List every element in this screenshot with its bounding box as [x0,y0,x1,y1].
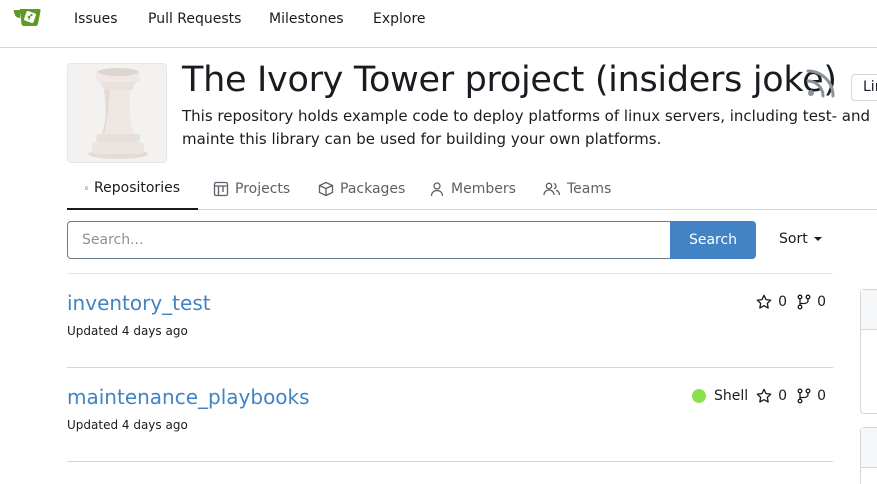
sort-dropdown[interactable]: Sort [779,231,822,247]
fork-icon [797,294,811,310]
star-icon [756,294,772,309]
nav-milestones[interactable]: Milestones [269,11,344,27]
repo-name-link[interactable]: inventory_test [67,291,211,315]
tab-projects[interactable]: Projects [213,168,290,209]
org-title: The Ivory Tower project (insiders joke) [182,60,837,100]
repo-name-link[interactable]: maintenance_playbooks [67,385,310,409]
language-label: Shell [714,388,749,404]
tab-packages-label: Packages [340,180,406,197]
repo-meta: 0 0 [746,294,826,310]
people-icon [543,182,561,195]
repo-updated-time: Updated 4 days ago [67,418,188,432]
tab-repositories-label: Repositories [94,180,180,196]
search-button[interactable]: Search [670,221,756,259]
language-button[interactable]: Lin [851,74,877,101]
rss-icon[interactable] [805,67,837,99]
repo-updated-time: Updated 4 days ago [67,324,188,338]
tab-teams[interactable]: Teams [543,168,611,209]
repo-meta: Shell 0 0 [682,388,826,404]
fork-count: 0 [817,294,826,310]
repo-icon [85,186,88,190]
side-panel-box [860,289,877,414]
repo-search-input[interactable] [67,221,671,259]
rook-chess-piece-avatar [68,64,166,162]
package-icon [318,181,334,196]
repo-stars[interactable]: 0 [756,388,787,404]
tab-repositories[interactable]: Repositories [67,168,198,210]
fork-icon [797,388,811,404]
org-avatar [67,63,167,163]
nav-explore[interactable]: Explore [373,11,426,27]
gitea-logo-icon[interactable] [12,5,44,33]
repo-stars[interactable]: 0 [756,294,787,310]
tab-members[interactable]: Members [429,168,516,209]
repo-list-item: maintenance_playbooks Updated 4 days ago… [67,368,833,462]
star-count: 0 [778,294,788,310]
caret-down-icon [813,237,822,241]
side-panel-header [861,428,877,468]
sort-label: Sort [779,231,808,247]
nav-pull-requests[interactable]: Pull Requests [148,11,241,27]
repo-forks[interactable]: 0 [797,294,826,310]
tab-members-label: Members [451,180,516,197]
repo-language: Shell [692,388,748,404]
star-count: 0 [778,388,788,404]
tab-projects-label: Projects [235,180,291,197]
side-panel-header [861,290,877,330]
org-description: This repository holds example code to de… [182,107,871,148]
fork-count: 0 [817,388,826,404]
project-icon [213,181,229,196]
language-color-dot [692,389,706,403]
org-tabs: Repositories Projects Packages Members T… [67,168,877,210]
side-panel-box [860,427,877,484]
nav-issues[interactable]: Issues [74,11,118,27]
top-navbar: Issues Pull Requests Milestones Explore [0,0,877,48]
tab-packages[interactable]: Packages [318,168,405,209]
person-icon [430,181,444,196]
star-icon [756,388,772,403]
repo-list-item: inventory_test Updated 4 days ago 0 0 [67,274,833,368]
tab-teams-label: Teams [567,180,612,197]
repo-forks[interactable]: 0 [797,388,826,404]
